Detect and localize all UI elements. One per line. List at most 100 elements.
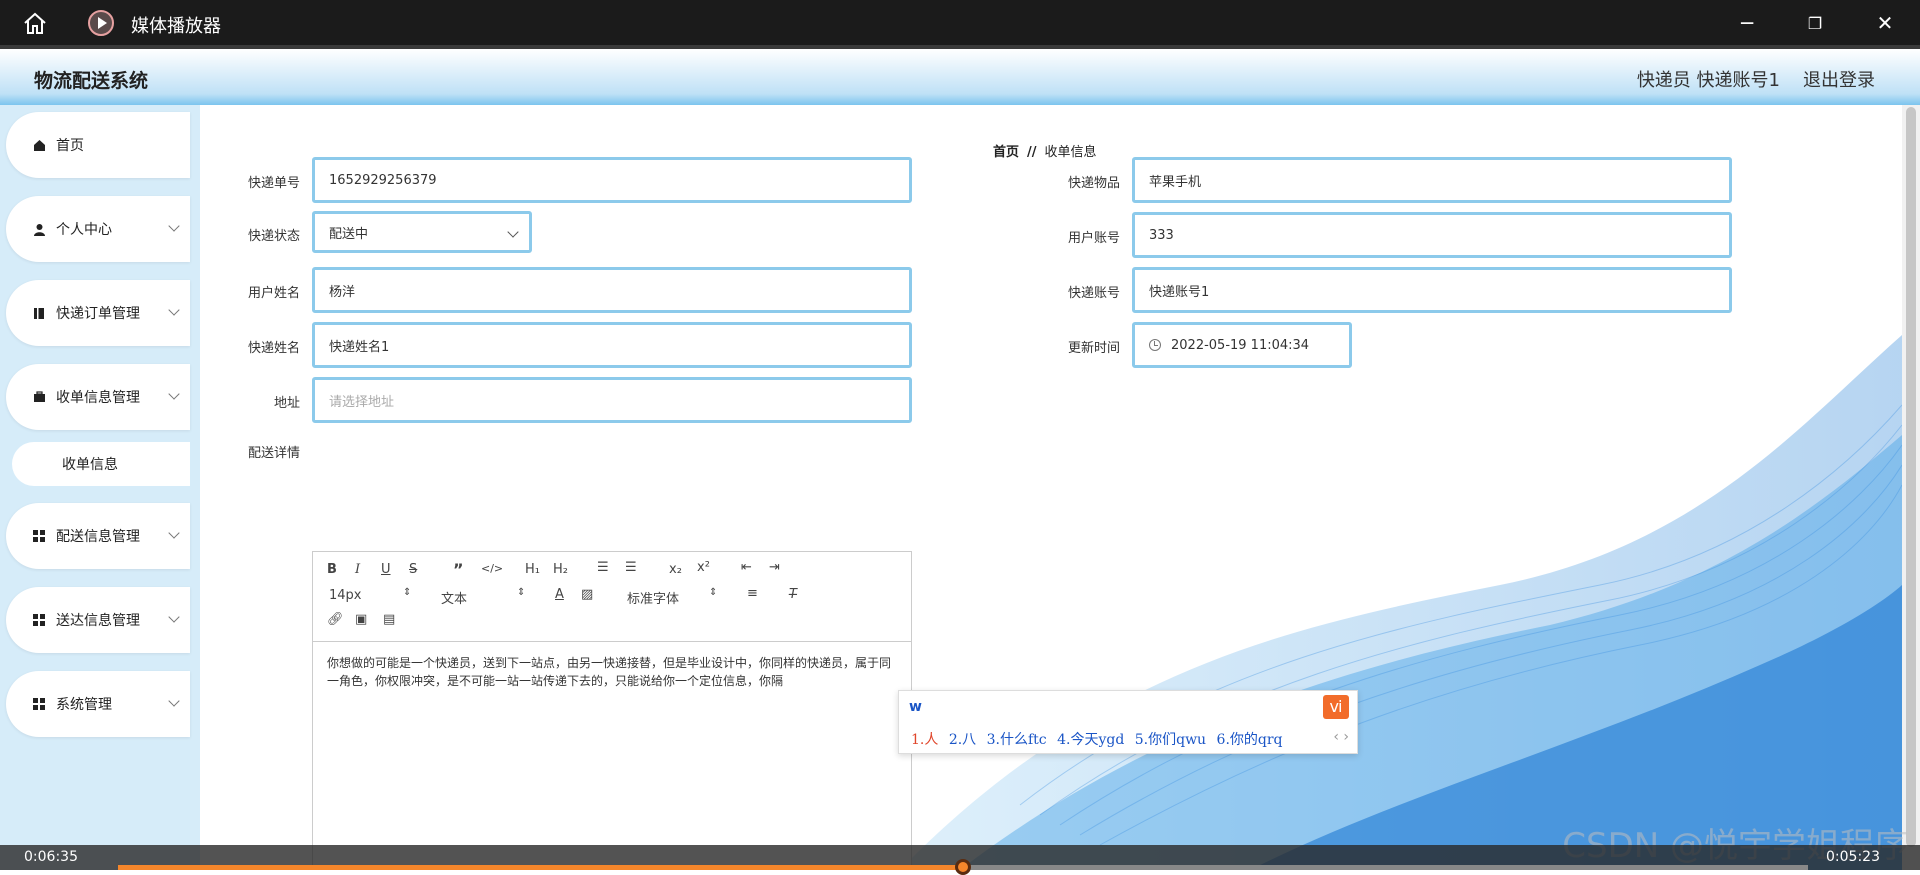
sidebar-item-label: 系统管理 xyxy=(56,697,112,713)
text-style-select[interactable]: 文本 xyxy=(441,588,467,607)
link-icon[interactable]: 🔗︎ xyxy=(327,612,344,627)
heading-2-icon[interactable]: H₂ xyxy=(553,562,568,577)
sidebar-item-system-management[interactable]: 系统管理 xyxy=(6,671,190,737)
user-account-field[interactable]: 333 xyxy=(1132,212,1732,258)
italic-icon[interactable]: I xyxy=(355,562,360,577)
logout-link[interactable]: 退出登录 xyxy=(1803,66,1875,92)
subscript-icon[interactable]: x₂ xyxy=(669,562,682,577)
sort-updown-icon: ⇕ xyxy=(709,587,718,598)
update-time-value: 2022-05-19 11:04:34 xyxy=(1171,337,1310,353)
underline-icon[interactable]: U xyxy=(381,562,391,577)
sidebar-subitem-receipt-info[interactable]: 收单信息 xyxy=(12,442,190,486)
code-block-icon[interactable]: </> xyxy=(481,562,503,575)
item-field[interactable]: 苹果手机 xyxy=(1132,157,1732,203)
sort-updown-icon: ⇕ xyxy=(517,587,526,598)
strike-icon[interactable]: S xyxy=(409,562,417,577)
editor-toolbar: B I U S ” </> H₁ H₂ ☰ ☰ x₂ x² ⇤ ⇥ 14px ⇕… xyxy=(313,552,911,642)
close-button[interactable]: ✕ xyxy=(1872,10,1898,36)
sidebar-item-receipt-management[interactable]: 收单信息管理 xyxy=(6,364,190,430)
details-label: 配送详情 xyxy=(247,446,300,461)
main-content: 首页 // 收单信息 快递单号 1652929256379 快递状态 配送中 用户姓… xyxy=(200,105,1902,870)
address-field[interactable]: 请选择地址 xyxy=(312,377,912,423)
bold-icon[interactable]: B xyxy=(327,562,337,577)
book-icon xyxy=(32,306,46,320)
home-icon[interactable] xyxy=(22,10,48,36)
progress-bar[interactable] xyxy=(118,859,1808,875)
minimize-button[interactable]: ─ xyxy=(1734,10,1760,36)
grid-icon xyxy=(32,613,46,627)
sidebar-item-arrival-management[interactable]: 送达信息管理 xyxy=(6,587,190,653)
progress-fill xyxy=(118,865,963,870)
ime-candidate[interactable]: 4.今天ygd xyxy=(1057,732,1124,748)
chevron-down-icon xyxy=(168,527,180,539)
status-label: 快递状态 xyxy=(247,229,300,244)
image-icon[interactable]: ▣ xyxy=(355,612,367,627)
sidebar-item-label: 收单信息管理 xyxy=(56,390,140,406)
font-family-select[interactable]: 标准字体 xyxy=(627,588,679,607)
status-selected-value: 配送中 xyxy=(329,226,369,242)
bullet-list-icon[interactable]: ☰ xyxy=(625,560,637,575)
scrollbar-thumb[interactable] xyxy=(1906,107,1916,847)
outdent-icon[interactable]: ⇤ xyxy=(741,560,752,575)
superscript-icon[interactable]: x² xyxy=(697,560,710,575)
background-color-icon[interactable]: ▨ xyxy=(581,587,593,602)
home-icon xyxy=(32,138,46,152)
progress-handle[interactable] xyxy=(955,859,971,875)
heading-1-icon[interactable]: H₁ xyxy=(525,562,540,577)
status-select[interactable]: 配送中 xyxy=(312,211,532,253)
user-name-label: 用户姓名 xyxy=(247,286,300,301)
update-time-picker[interactable]: 2022-05-19 11:04:34 xyxy=(1132,322,1352,368)
chevron-down-icon xyxy=(507,226,519,238)
ime-candidate[interactable]: 1.人 xyxy=(911,732,938,748)
courier-name-field[interactable]: 快递姓名1 xyxy=(312,322,912,368)
vertical-scrollbar[interactable] xyxy=(1902,105,1920,870)
rich-text-editor: B I U S ” </> H₁ H₂ ☰ ☰ x₂ x² ⇤ ⇥ 14px ⇕… xyxy=(312,551,912,870)
media-player-bar: 0:06:35 0:05:23 xyxy=(0,845,1920,875)
ime-candidate[interactable]: 6.你的qrq xyxy=(1217,732,1283,748)
ime-candidate[interactable]: 2.八 xyxy=(949,732,976,748)
clock-icon xyxy=(1149,339,1161,351)
restore-button[interactable]: ❐ xyxy=(1802,10,1828,36)
ordered-list-icon[interactable]: ☰ xyxy=(597,560,609,575)
font-color-icon[interactable]: A xyxy=(555,587,564,602)
ime-candidate-list: 1.人 2.八 3.什么ftc 4.今天ygd 5.你们qwu 6.你的qrq xyxy=(911,729,1289,749)
video-icon[interactable]: ▤ xyxy=(383,612,395,627)
tracking-no-field[interactable]: 1652929256379 xyxy=(312,157,912,203)
breadcrumb-home[interactable]: 首页 xyxy=(993,145,1019,160)
chevron-down-icon xyxy=(168,388,180,400)
user-name-field[interactable]: 杨洋 xyxy=(312,267,912,313)
system-title: 物流配送系统 xyxy=(34,70,149,92)
chevron-down-icon xyxy=(168,220,180,232)
indent-icon[interactable]: ⇥ xyxy=(769,560,780,575)
courier-account-field[interactable]: 快递账号1 xyxy=(1132,267,1732,313)
sidebar-item-order-management[interactable]: 快递订单管理 xyxy=(6,280,190,346)
total-time: 0:05:23 xyxy=(1826,849,1880,865)
ime-candidate[interactable]: 3.什么ftc xyxy=(987,732,1047,748)
font-size-select[interactable]: 14px xyxy=(329,588,362,603)
breadcrumb-separator: // xyxy=(1027,145,1037,160)
elapsed-time: 0:06:35 xyxy=(24,849,78,865)
tracking-no-label: 快递单号 xyxy=(247,176,300,191)
ime-logo-icon: ⅵ xyxy=(1323,695,1349,719)
user-icon xyxy=(32,222,46,236)
chevron-down-icon xyxy=(168,304,180,316)
sidebar-item-delivery-management[interactable]: 配送信息管理 xyxy=(6,503,190,569)
app-title: 媒体播放器 xyxy=(131,16,221,37)
ime-input-text: w xyxy=(909,699,922,715)
chevron-down-icon xyxy=(168,611,180,623)
ime-candidate-window: w ⅵ 1.人 2.八 3.什么ftc 4.今天ygd 5.你们qwu 6.你的… xyxy=(898,690,1358,754)
sort-updown-icon: ⇕ xyxy=(403,587,412,598)
editor-content[interactable]: 你想做的可能是一个快递员，送到下一站点，由另一快递接替，但是毕业设计中，你同样的… xyxy=(313,642,911,702)
title-bar: 媒体播放器 ─ ❐ ✕ xyxy=(0,0,1920,45)
align-icon[interactable]: ≡ xyxy=(747,586,758,601)
clear-format-icon[interactable]: T̶ xyxy=(789,587,797,602)
sidebar-item-personal-center[interactable]: 个人中心 xyxy=(6,196,190,262)
sidebar-item-label: 配送信息管理 xyxy=(56,529,140,545)
sidebar-item-home[interactable]: 首页 xyxy=(6,112,190,178)
current-user: 快递员 快递账号1 xyxy=(1636,70,1780,91)
ime-page-nav[interactable]: ‹ › xyxy=(1333,729,1349,745)
blockquote-icon[interactable]: ” xyxy=(453,560,464,579)
ime-candidate[interactable]: 5.你们qwu xyxy=(1135,732,1206,748)
sidebar: 首页 个人中心 快递订单管理 收单信息管理 收单信息 配送信息管理 送达信息管理… xyxy=(0,105,200,870)
grid-icon xyxy=(32,529,46,543)
